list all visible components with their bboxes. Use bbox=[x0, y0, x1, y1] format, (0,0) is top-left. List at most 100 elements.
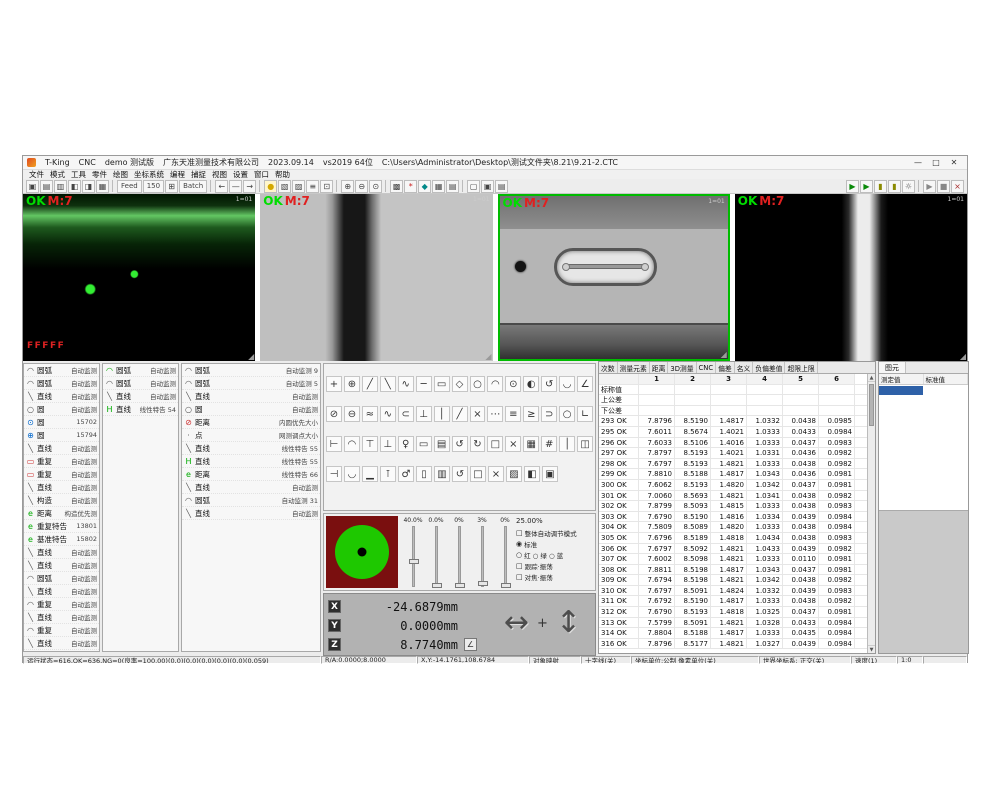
feature-list-item[interactable]: ╲直线自动监测 bbox=[24, 611, 99, 624]
results-tab-8[interactable]: 超限上限 bbox=[785, 362, 817, 373]
toolbox-tool-icon[interactable]: │ bbox=[559, 436, 575, 452]
light-slider[interactable]: 40.0% bbox=[406, 517, 420, 587]
feature-list-item[interactable]: ◠圆弧自动监测 bbox=[103, 377, 178, 390]
toolbar-button-28[interactable]: ◆ bbox=[418, 180, 431, 193]
results-data-row[interactable]: 301 OK7.00608.56931.48211.03410.04380.09… bbox=[599, 491, 867, 502]
results-data-row[interactable]: 305 OK7.67968.51891.48181.04340.04380.09… bbox=[599, 533, 867, 544]
toolbox-tool-icon[interactable]: □ bbox=[470, 466, 486, 482]
camera-1-resize-handle[interactable]: ◢ bbox=[248, 352, 254, 361]
toolbox-tool-icon[interactable]: ⊂ bbox=[398, 406, 414, 422]
toolbox-tool-icon[interactable]: ◧ bbox=[524, 466, 540, 482]
toolbox-tool-icon[interactable]: □ bbox=[487, 436, 503, 452]
feature-list-item[interactable]: ╲直线自动监测 bbox=[24, 637, 99, 650]
toolbar-button-16[interactable]: ● bbox=[264, 180, 277, 193]
toolbox-tool-icon[interactable]: ⊢ bbox=[326, 436, 342, 452]
camera-view-4[interactable]: OKM:7 1=01 ◢ bbox=[735, 194, 967, 361]
feature-list-item[interactable]: e距离构造优先测 bbox=[24, 507, 99, 520]
toolbox-tool-icon[interactable]: # bbox=[541, 436, 557, 452]
feature-list-item[interactable]: ╲构造自动监测 bbox=[24, 494, 99, 507]
feature-list-item[interactable]: ╲直线自动监测 bbox=[24, 442, 99, 455]
feature-list-item[interactable]: ○圆自动监测 bbox=[24, 403, 99, 416]
feature-list-item[interactable]: ◠圆弧自动监测 bbox=[24, 364, 99, 377]
results-data-row[interactable]: 314 OK7.88048.51881.48171.03330.04350.09… bbox=[599, 628, 867, 639]
light-slider[interactable]: 0% bbox=[452, 517, 466, 587]
toolbox-tool-icon[interactable]: ▨ bbox=[506, 466, 522, 482]
toolbox-tool-icon[interactable]: ⊖ bbox=[344, 406, 360, 422]
toolbox-tool-icon[interactable]: ▣ bbox=[542, 466, 558, 482]
tab-element[interactable]: 图元 bbox=[879, 362, 906, 373]
toolbar-button-29[interactable]: ▦ bbox=[432, 180, 445, 193]
results-tab-6[interactable]: 名义 bbox=[735, 362, 754, 373]
element-selected-cell[interactable] bbox=[879, 386, 923, 395]
toolbar-button-36[interactable]: ▶ bbox=[846, 180, 859, 193]
feature-list-item[interactable]: ╲直线自动监测 bbox=[182, 481, 320, 494]
feature-list-item[interactable]: ╲直线线性特告 55 bbox=[182, 442, 320, 455]
toolbox-tool-icon[interactable]: ≥ bbox=[523, 406, 539, 422]
toolbox-tool-icon[interactable]: ○ bbox=[470, 376, 486, 392]
toolbar-button-4[interactable]: ◨ bbox=[82, 180, 95, 193]
close-button[interactable]: ✕ bbox=[945, 157, 963, 169]
toolbox-tool-icon[interactable]: + bbox=[326, 376, 342, 392]
feature-list-item[interactable]: ◠圆弧自动监测 bbox=[24, 572, 99, 585]
results-data-row[interactable]: 304 OK7.58098.50891.48201.03330.04380.09… bbox=[599, 522, 867, 533]
camera-2-resize-handle[interactable]: ◢ bbox=[485, 352, 491, 361]
feature-list-item[interactable]: ◠圆弧自动监测 bbox=[24, 377, 99, 390]
toolbar-button-5[interactable]: ▦ bbox=[96, 180, 109, 193]
toolbar-button-8[interactable]: 150 bbox=[143, 180, 164, 193]
results-data-row[interactable]: 303 OK7.67908.51901.48161.03340.04390.09… bbox=[599, 512, 867, 523]
light-ring-preview[interactable] bbox=[326, 516, 398, 588]
light-option[interactable]: □整体自动调节模式 bbox=[516, 527, 593, 538]
jog-x-arrow-icon[interactable]: ↔ bbox=[504, 608, 529, 638]
feature-list-item[interactable]: ╲直线自动监测 bbox=[24, 390, 99, 403]
toolbox-tool-icon[interactable]: ⊙ bbox=[505, 376, 521, 392]
toolbox-tool-icon[interactable]: ↻ bbox=[470, 436, 486, 452]
toolbox-tool-icon[interactable]: ─ bbox=[416, 376, 432, 392]
toolbar-button-19[interactable]: ≡ bbox=[306, 180, 319, 193]
toolbar-button-7[interactable]: Feed bbox=[117, 180, 142, 193]
toolbox-tool-icon[interactable]: ∟ bbox=[577, 406, 593, 422]
toolbox-tool-icon[interactable]: ◠ bbox=[344, 436, 360, 452]
results-data-row[interactable]: 307 OK7.60028.50981.48211.03330.01100.09… bbox=[599, 554, 867, 565]
camera-3-resize-handle[interactable]: ◢ bbox=[721, 350, 727, 359]
feature-list-item[interactable]: ·点网测调点大小 bbox=[182, 429, 320, 442]
toolbox-tool-icon[interactable]: ◡ bbox=[559, 376, 575, 392]
results-data-row[interactable]: 300 OK7.60628.51931.48201.03420.04370.09… bbox=[599, 480, 867, 491]
feature-list-item[interactable]: ⊙圆15702 bbox=[24, 416, 99, 429]
toolbar-button-34[interactable]: ▤ bbox=[495, 180, 508, 193]
toolbox-tool-icon[interactable]: × bbox=[470, 406, 486, 422]
light-slider-thumb[interactable] bbox=[455, 583, 465, 588]
results-tab-4[interactable]: CNC bbox=[697, 362, 717, 373]
toolbox-tool-icon[interactable]: × bbox=[488, 466, 504, 482]
feature-list-item[interactable]: ◠圆弧自动监测 bbox=[103, 364, 178, 377]
feature-list-item[interactable]: ╲直线自动监测 bbox=[24, 585, 99, 598]
feature-list-item[interactable]: ▭重复自动监测 bbox=[24, 468, 99, 481]
light-option[interactable]: ○红 ○ 绿 ○ 蓝 bbox=[516, 549, 593, 560]
angle-display-button[interactable]: ∠ bbox=[464, 638, 477, 651]
scroll-down-icon[interactable]: ▼ bbox=[868, 645, 875, 653]
feature-list-item[interactable]: ◠重复自动监测 bbox=[24, 598, 99, 611]
toolbox-tool-icon[interactable]: ◠ bbox=[487, 376, 503, 392]
feature-list-item[interactable]: ○圆自动监测 bbox=[182, 403, 320, 416]
toolbox-tool-icon[interactable]: ○ bbox=[559, 406, 575, 422]
toolbox-tool-icon[interactable]: ╱ bbox=[362, 376, 378, 392]
toolbox-tool-icon[interactable]: ⊃ bbox=[541, 406, 557, 422]
maximize-button[interactable]: □ bbox=[927, 157, 945, 169]
feature-list-item[interactable]: ◠圆弧自动监测 9 bbox=[182, 364, 320, 377]
feature-list-item[interactable]: H直线线性特告 54 bbox=[103, 403, 178, 416]
toolbox-tool-icon[interactable]: ⋯ bbox=[487, 406, 503, 422]
results-tab-2[interactable]: 距离 bbox=[650, 362, 669, 373]
toolbox-tool-icon[interactable]: ≈ bbox=[362, 406, 378, 422]
toolbox-tool-icon[interactable]: ∿ bbox=[398, 376, 414, 392]
toolbar-button-38[interactable]: ▮ bbox=[874, 180, 887, 193]
camera-view-2[interactable]: OKM:7 1=01 ◢ bbox=[260, 194, 492, 361]
light-slider-track[interactable] bbox=[504, 526, 507, 587]
toolbox-tool-icon[interactable]: ♂ bbox=[398, 466, 414, 482]
light-slider-thumb[interactable] bbox=[478, 581, 488, 586]
feature-list-item[interactable]: e基准特告15802 bbox=[24, 533, 99, 546]
results-data-row[interactable]: 313 OK7.57998.50911.48211.03280.04330.09… bbox=[599, 618, 867, 629]
feature-list-item[interactable]: ◠圆弧自动监测 5 bbox=[182, 377, 320, 390]
results-data-row[interactable]: 310 OK7.67978.50911.48241.03320.04390.09… bbox=[599, 586, 867, 597]
scrollbar-thumb[interactable] bbox=[869, 384, 874, 426]
toolbox-tool-icon[interactable]: ▭ bbox=[416, 436, 432, 452]
toolbox-tool-icon[interactable]: ∿ bbox=[380, 406, 396, 422]
